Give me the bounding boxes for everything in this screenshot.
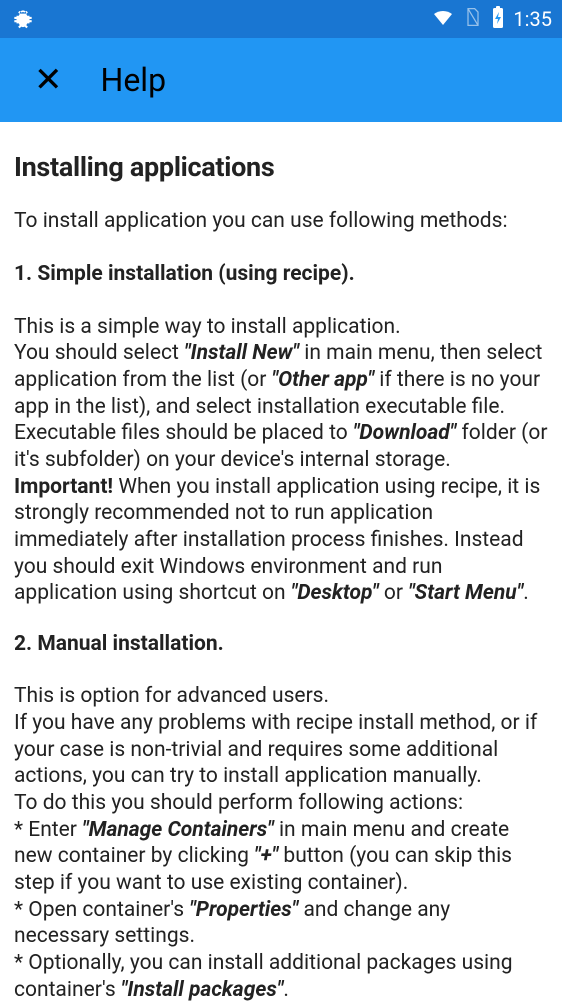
desktop-label: "Desktop" <box>291 581 379 605</box>
section1-body: This is a simple way to install applicat… <box>14 314 548 607</box>
status-bar: 1:35 <box>0 0 562 38</box>
start-menu-label: "Start Menu" <box>408 581 523 605</box>
text: . <box>283 978 289 1002</box>
install-new-label: "Install New" <box>184 341 299 365</box>
page-title-bar: Help <box>101 61 167 99</box>
help-content: Installing applications To install appli… <box>0 122 562 1003</box>
s2-b2: * Open container's "Properties" and chan… <box>14 897 548 950</box>
text: Executable files should be placed to <box>14 421 353 445</box>
install-packages-label: "Install packages" <box>121 978 283 1002</box>
text: or <box>379 581 409 605</box>
page-title: Installing applications <box>14 150 548 184</box>
section1-heading: 1. Simple installation (using recipe). <box>14 261 548 288</box>
plus-button-label: "+" <box>254 844 278 868</box>
text: * Open container's <box>14 898 189 922</box>
intro-text: To install application you can use follo… <box>14 208 548 235</box>
s1-p4: Important! When you install application … <box>14 474 548 607</box>
important-label: Important! <box>14 475 113 499</box>
s2-p2: If you have any problems with recipe ins… <box>14 710 548 790</box>
s2-b3: * Optionally, you can install additional… <box>14 950 548 1003</box>
manage-containers-label: "Manage Containers" <box>82 818 274 842</box>
app-bar: ✕ Help <box>0 38 562 122</box>
s1-p2: You should select "Install New" in main … <box>14 340 548 420</box>
s1-p1: This is a simple way to install applicat… <box>14 314 548 341</box>
s2-p1: This is option for advanced users. <box>14 683 548 710</box>
properties-label: "Properties" <box>189 898 298 922</box>
status-left <box>10 6 36 32</box>
close-icon[interactable]: ✕ <box>34 60 63 100</box>
sim-icon <box>463 7 483 32</box>
s2-b1: * Enter "Manage Containers" in main menu… <box>14 817 548 897</box>
wifi-icon <box>431 5 455 34</box>
text: You should select <box>14 341 184 365</box>
clock-text: 1:35 <box>513 7 552 31</box>
status-right: 1:35 <box>431 5 552 34</box>
s1-p3: Executable files should be placed to "Do… <box>14 420 548 473</box>
bug-icon <box>10 6 36 32</box>
battery-icon <box>491 5 505 34</box>
text: * Enter <box>14 818 82 842</box>
download-label: "Download" <box>353 421 456 445</box>
other-app-label: "Other app" <box>272 368 374 392</box>
s2-p3: To do this you should perform following … <box>14 790 548 817</box>
text: . <box>523 581 529 605</box>
section2-body: This is option for advanced users. If yo… <box>14 683 548 1003</box>
section2-heading: 2. Manual installation. <box>14 631 548 658</box>
